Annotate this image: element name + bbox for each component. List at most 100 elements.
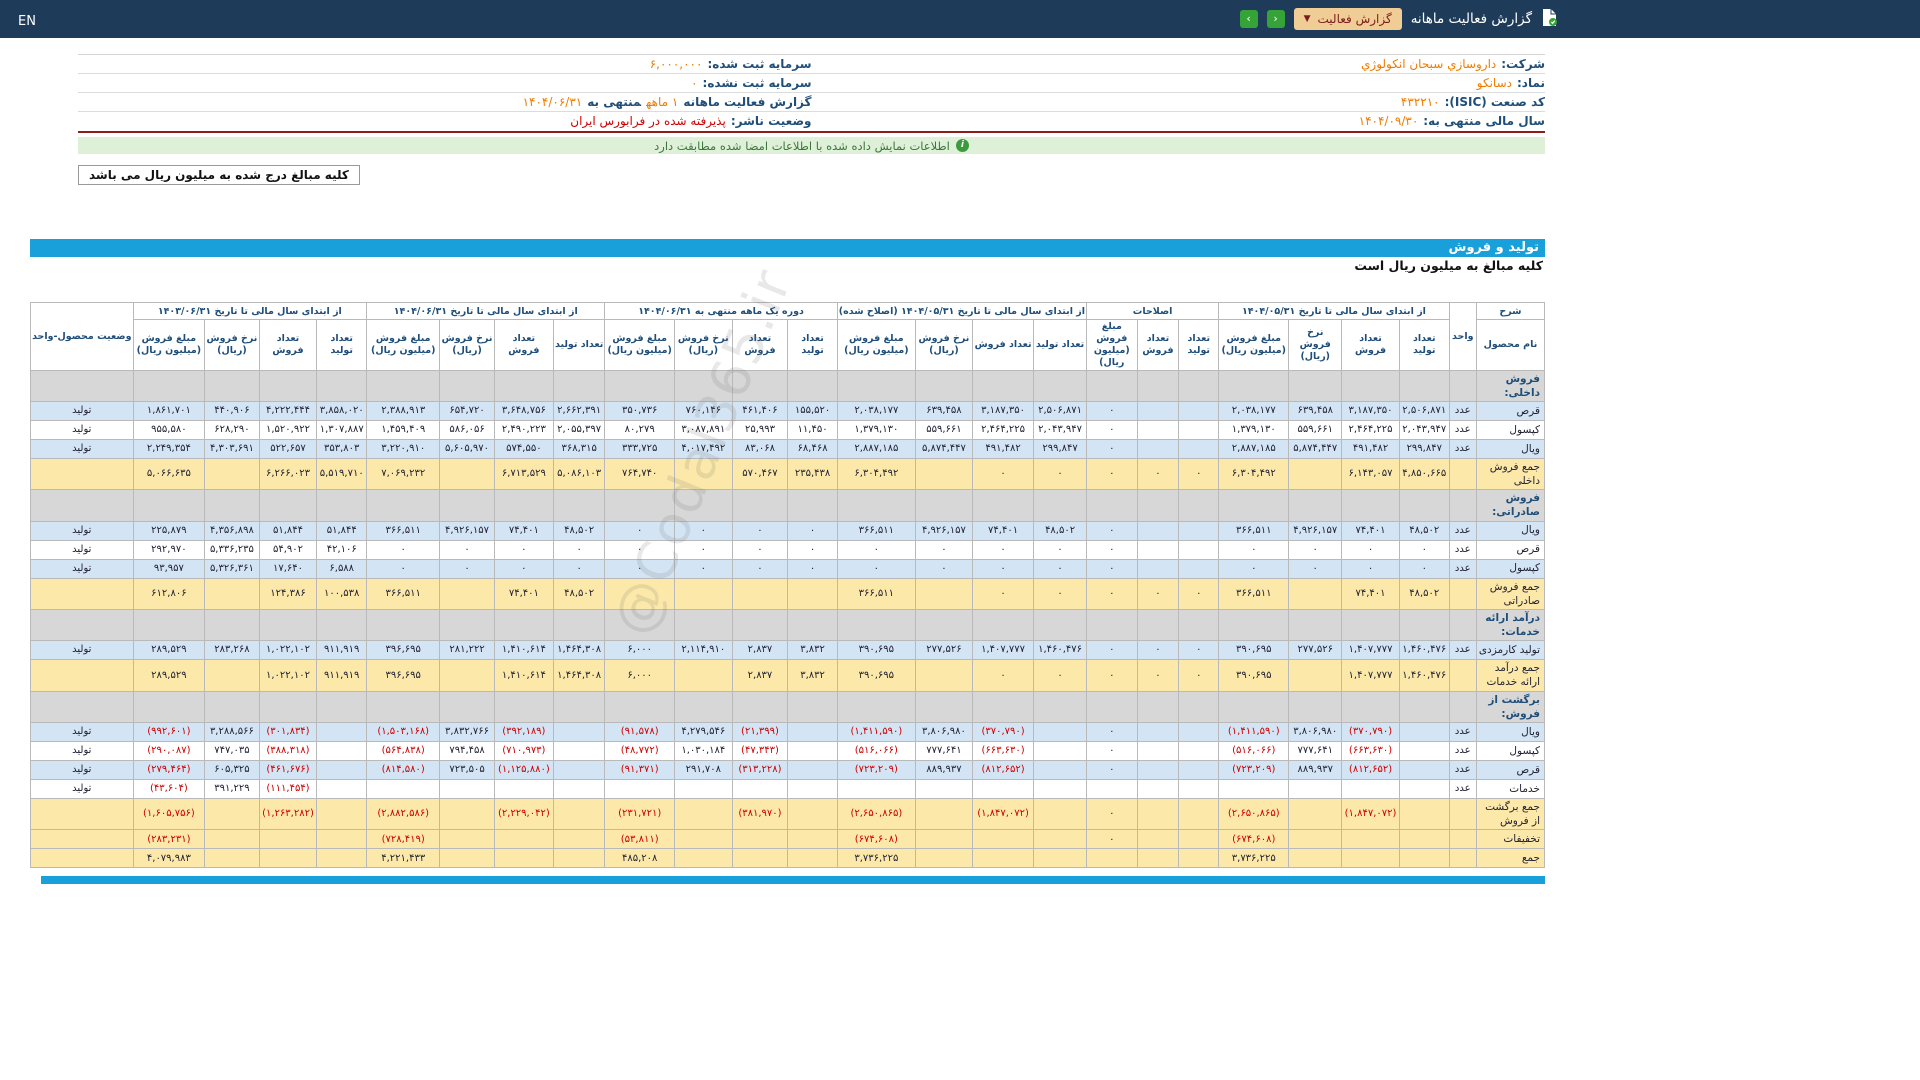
value-cell bbox=[915, 691, 972, 722]
value-cell bbox=[440, 798, 494, 829]
value-cell bbox=[675, 798, 733, 829]
column-header: نرخ فروش (ریال) bbox=[205, 320, 259, 371]
value-cell: ۰ bbox=[1086, 559, 1137, 578]
value-cell bbox=[788, 760, 837, 779]
value-cell bbox=[259, 490, 317, 521]
value-cell bbox=[1086, 490, 1137, 521]
value-cell: ۴۶۱,۴۰۶ bbox=[732, 401, 788, 420]
prev-report-button[interactable]: ‹ bbox=[1267, 10, 1285, 28]
value-cell: ۱۷,۶۴۰ bbox=[259, 559, 317, 578]
value-cell: (۱,۴۱۱,۵۹۰) bbox=[1219, 722, 1289, 741]
value-cell bbox=[440, 458, 494, 489]
value-cell: ۶,۲۶۶,۰۲۳ bbox=[259, 458, 317, 489]
value-cell bbox=[440, 609, 494, 640]
value-cell: ۲۹۹,۸۴۷ bbox=[1034, 439, 1087, 458]
value-cell: (۱,۸۴۷,۰۷۲) bbox=[972, 798, 1033, 829]
value-cell bbox=[1137, 722, 1179, 741]
value-cell: ۰ bbox=[494, 540, 553, 559]
value-cell: ۲,۴۶۴,۲۲۵ bbox=[972, 420, 1033, 439]
value-cell: ۰ bbox=[1179, 660, 1219, 691]
value-cell bbox=[1179, 609, 1219, 640]
unit-cell: عدد bbox=[1449, 641, 1476, 660]
value-cell: (۹۹۲,۶۰۱) bbox=[133, 722, 205, 741]
value-cell bbox=[1219, 779, 1289, 798]
value-cell bbox=[1289, 830, 1342, 849]
report-type-dropdown[interactable]: گزارش فعالیت ▼ bbox=[1294, 8, 1402, 30]
value-cell: ۵,۰۶۶,۶۳۵ bbox=[133, 458, 205, 489]
value-cell: ۱,۴۵۹,۴۰۹ bbox=[367, 420, 440, 439]
value-cell: (۸۱۲,۶۵۲) bbox=[1342, 760, 1400, 779]
value-cell: ۰ bbox=[1399, 559, 1449, 578]
value-cell bbox=[440, 830, 494, 849]
group-header: از ابتدای سال مالی تا تاریخ ۱۴۰۴/۰۶/۳۱ bbox=[367, 303, 605, 320]
value-cell bbox=[605, 370, 675, 401]
value-cell: ۴۸,۵۰۲ bbox=[1034, 521, 1087, 540]
value-cell: ۰ bbox=[1086, 578, 1137, 609]
value-cell bbox=[1399, 741, 1449, 760]
value-cell bbox=[732, 578, 788, 609]
summary-row: جمع فروش داخلی۴,۸۵۰,۶۶۵۶,۱۴۳,۰۵۷۶,۳۰۴,۴۹… bbox=[31, 458, 1545, 489]
value-cell: ۰ bbox=[1086, 641, 1137, 660]
value-cell bbox=[1086, 779, 1137, 798]
value-cell: ۴,۹۲۶,۱۵۷ bbox=[915, 521, 972, 540]
section-header-production-sales: تولید و فروش bbox=[30, 239, 1545, 257]
value-cell: ۷۴,۴۰۱ bbox=[494, 521, 553, 540]
value-cell: ۳۹۰,۶۹۵ bbox=[837, 660, 915, 691]
unit-cell: عدد bbox=[1449, 521, 1476, 540]
column-header: مبلغ فروش (میلیون ریال) bbox=[367, 320, 440, 371]
row-label: خدمات bbox=[1476, 779, 1544, 798]
value-cell bbox=[605, 490, 675, 521]
report-document-icon bbox=[1541, 8, 1558, 31]
column-header: نرخ فروش (ریال) bbox=[675, 320, 733, 371]
value-cell: ۳,۸۰۶,۹۸۰ bbox=[1289, 722, 1342, 741]
next-report-button[interactable]: › bbox=[1240, 10, 1258, 28]
value-cell: ۱,۴۱۰,۶۱۴ bbox=[494, 641, 553, 660]
value-cell: (۷۱۰,۹۷۳) bbox=[494, 741, 553, 760]
value-cell: ۰ bbox=[554, 559, 605, 578]
value-cell bbox=[1179, 849, 1219, 868]
info-label: نماد: bbox=[1517, 76, 1545, 90]
value-cell: ۱,۵۲۰,۹۲۲ bbox=[259, 420, 317, 439]
value-cell bbox=[675, 578, 733, 609]
value-cell: ۳,۸۳۲,۷۶۶ bbox=[440, 722, 494, 741]
value-cell bbox=[1086, 849, 1137, 868]
value-cell bbox=[675, 458, 733, 489]
value-cell: (۱,۶۰۵,۷۵۶) bbox=[133, 798, 205, 829]
value-cell: ۲,۸۳۷ bbox=[732, 660, 788, 691]
value-cell bbox=[317, 741, 367, 760]
value-cell: ۷۲۳,۵۰۵ bbox=[440, 760, 494, 779]
product-row: قرصعدد۰۰۰۰۰۰۰۰۰۰۰۰۰۰۰۰۰۴۲,۱۰۶۵۴,۹۰۲۵,۳۳۶… bbox=[31, 540, 1545, 559]
info-value: ۶,۰۰۰,۰۰۰ bbox=[650, 57, 703, 71]
row-label: برگشت از فروش: bbox=[1476, 691, 1544, 722]
value-cell bbox=[972, 370, 1033, 401]
value-cell: ۰ bbox=[675, 521, 733, 540]
value-cell: ۰ bbox=[1179, 641, 1219, 660]
column-header: تعداد فروش bbox=[1137, 320, 1179, 371]
value-cell bbox=[605, 691, 675, 722]
value-cell: ۴,۲۷۹,۵۴۶ bbox=[675, 722, 733, 741]
value-cell: (۲,۶۵۰,۸۶۵) bbox=[1219, 798, 1289, 829]
row-label: فروش داخلی: bbox=[1476, 370, 1544, 401]
value-cell bbox=[494, 609, 553, 640]
value-cell bbox=[1034, 849, 1087, 868]
column-header: نرخ فروش (ریال) bbox=[440, 320, 494, 371]
value-cell bbox=[440, 370, 494, 401]
value-cell: (۳۷۰,۷۹۰) bbox=[1342, 722, 1400, 741]
language-toggle[interactable]: EN bbox=[18, 14, 36, 29]
value-cell bbox=[133, 370, 205, 401]
value-cell bbox=[1219, 609, 1289, 640]
value-cell: ۳,۷۳۶,۲۲۵ bbox=[1219, 849, 1289, 868]
value-cell bbox=[133, 490, 205, 521]
status-cell: تولید bbox=[31, 559, 134, 578]
value-cell bbox=[788, 798, 837, 829]
value-cell: ۳,۸۵۸,۰۲۰ bbox=[317, 401, 367, 420]
value-cell bbox=[732, 609, 788, 640]
status-cell bbox=[31, 458, 134, 489]
value-cell: ۰ bbox=[675, 559, 733, 578]
product-row: قرصعدد۲,۵۰۶,۸۷۱۳,۱۸۷,۳۵۰۶۳۹,۴۵۸۲,۰۳۸,۱۷۷… bbox=[31, 401, 1545, 420]
value-cell: ۰ bbox=[1137, 458, 1179, 489]
value-cell bbox=[554, 830, 605, 849]
product-row: ویالعدد۴۸,۵۰۲۷۴,۴۰۱۴,۹۲۶,۱۵۷۳۶۶,۵۱۱۰۴۸,۵… bbox=[31, 521, 1545, 540]
value-cell bbox=[1034, 760, 1087, 779]
value-cell: ۲,۲۴۹,۳۵۴ bbox=[133, 439, 205, 458]
